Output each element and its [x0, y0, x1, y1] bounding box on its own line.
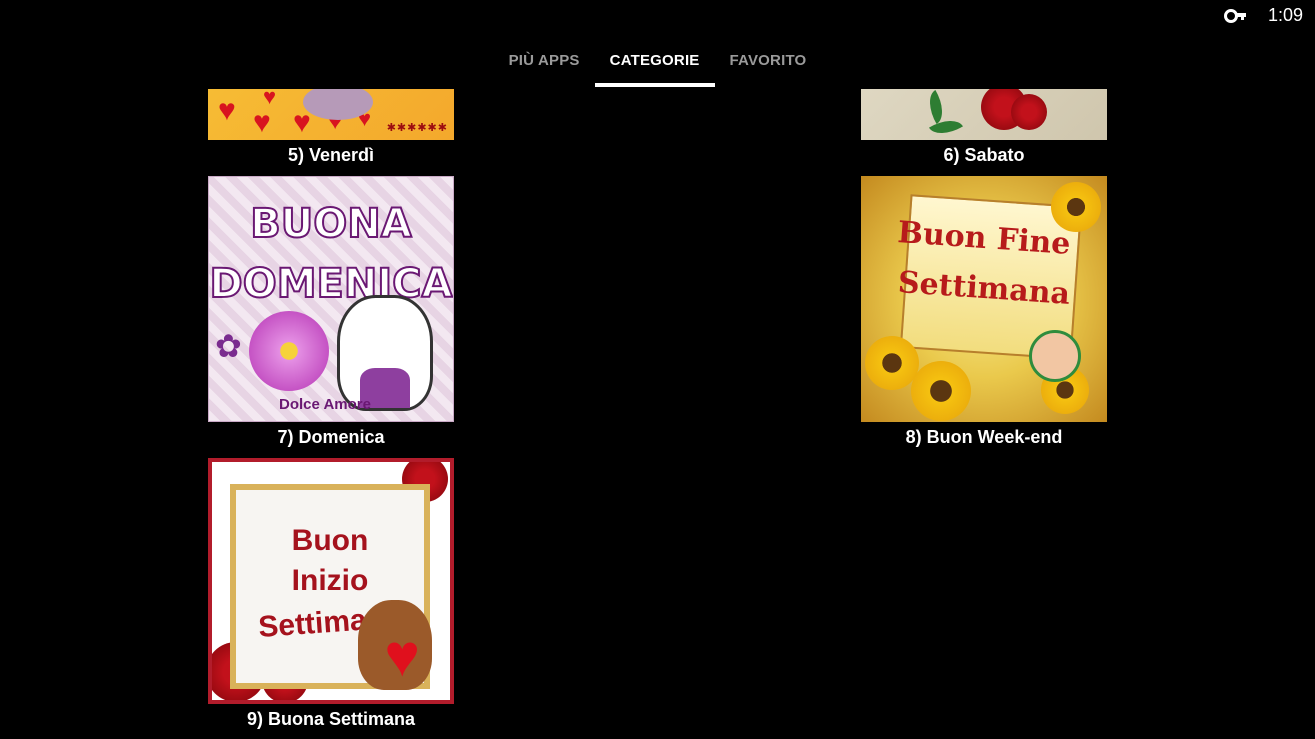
rose-decoration [1011, 94, 1047, 130]
category-label: 7) Domenica [277, 427, 385, 447]
image-title: Buon [291, 524, 369, 557]
category-card-weekend[interactable]: Buon Fine Settimana 8) Buon Week-end [861, 176, 1107, 448]
category-card-settimana[interactable]: Buon Inizio Settimana ♥ 9) Buona Settima… [208, 458, 454, 730]
heart-icon: ♥ [384, 622, 420, 689]
category-card-sabato[interactable]: 6) Sabato [861, 89, 1107, 166]
leaf-decoration [921, 90, 951, 124]
category-image-settimana[interactable]: Buon Inizio Settimana ♥ [208, 458, 454, 704]
category-image-weekend[interactable]: Buon Fine Settimana [861, 176, 1107, 422]
category-grid: ♥ ♥ ♥ ♥ ♥ ♥ ♥ ✱✱✱✱✱✱ 5) Venerdì 6) Sabat… [0, 89, 1315, 739]
category-image-sabato[interactable] [861, 89, 1107, 140]
category-card-venerdi[interactable]: ♥ ♥ ♥ ♥ ♥ ♥ ♥ ✱✱✱✱✱✱ 5) Venerdì [208, 89, 454, 166]
tab-piu-apps[interactable]: PIÙ APPS [494, 40, 595, 87]
key-icon [1223, 8, 1246, 23]
elf-character [1029, 330, 1081, 382]
sunflower-decoration [865, 336, 919, 390]
category-image-venerdi[interactable]: ♥ ♥ ♥ ♥ ♥ ♥ ♥ ✱✱✱✱✱✱ [208, 89, 454, 140]
image-title: Inizio [291, 564, 369, 597]
category-label: 6) Sabato [943, 145, 1025, 165]
tab-favorito[interactable]: FAVORITO [715, 40, 822, 87]
tab-bar: PIÙ APPS CATEGORIE FAVORITO [0, 40, 1315, 87]
tab-categorie[interactable]: CATEGORIE [594, 40, 715, 87]
sunflower-decoration [911, 361, 971, 421]
category-label: 8) Buon Week-end [905, 427, 1063, 447]
sunflower-decoration [1051, 182, 1101, 232]
status-bar: 1:09 [1223, 0, 1315, 30]
category-image-domenica[interactable]: BUONA DOMENICA ✿ Dolce Amore [208, 176, 454, 422]
image-title: BUONA [249, 200, 412, 248]
duck-character [337, 295, 433, 411]
category-label: 9) Buona Settimana [246, 709, 416, 729]
butterfly-icon: ✿ [215, 328, 242, 364]
ants-decoration: ✱✱✱✱✱✱ [386, 122, 448, 134]
image-title: DOMENICA [209, 260, 453, 308]
clock: 1:09 [1267, 4, 1303, 25]
category-card-domenica[interactable]: BUONA DOMENICA ✿ Dolce Amore 7) Domenica [208, 176, 454, 448]
flower-decoration [249, 311, 329, 391]
image-signature: Dolce Amore [279, 396, 371, 413]
category-label: 5) Venerdì [287, 145, 375, 165]
